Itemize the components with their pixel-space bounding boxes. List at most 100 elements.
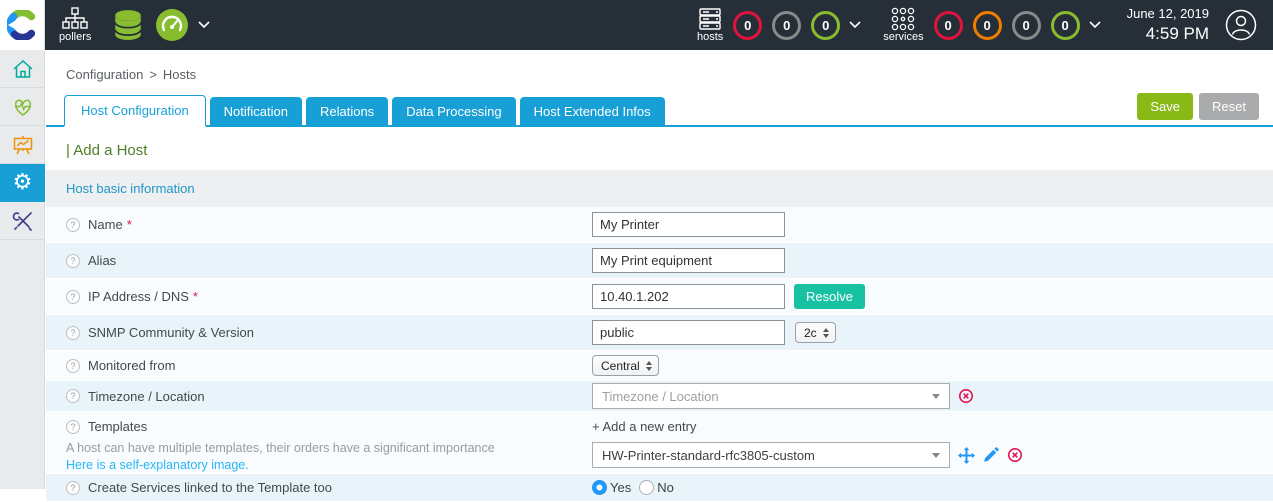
tab-relations[interactable]: Relations xyxy=(305,97,389,125)
services-ok-counter[interactable]: 0 xyxy=(1050,10,1080,40)
page-title: | Add a Host xyxy=(66,142,148,159)
snmp-version-value: 2c xyxy=(804,325,817,340)
create-services-yes-label[interactable]: Yes xyxy=(610,480,631,495)
help-icon[interactable]: ? xyxy=(66,358,80,373)
services-chevron-down-icon[interactable] xyxy=(1089,21,1101,29)
heart-pulse-icon xyxy=(14,99,31,116)
reset-button[interactable]: Reset xyxy=(1199,93,1259,120)
gear-icon: ⚙ xyxy=(12,170,33,195)
time-text: 4:59 PM xyxy=(1145,23,1209,43)
tab-data-processing[interactable]: Data Processing xyxy=(392,97,516,125)
help-icon[interactable]: ? xyxy=(66,289,80,304)
monitored-from-select[interactable]: Central xyxy=(592,355,659,376)
services-unknown-counter[interactable]: 0 xyxy=(1011,10,1041,40)
user-avatar[interactable] xyxy=(1225,9,1257,41)
create-services-yes-radio[interactable] xyxy=(592,480,607,495)
create-services-no-label[interactable]: No xyxy=(657,480,674,495)
templates-label: Templates xyxy=(88,419,148,434)
pollers-group[interactable]: pollers xyxy=(59,7,210,43)
monitored-from-value: Central xyxy=(601,358,640,373)
form-row-create-services: ? Create Services linked to the Template… xyxy=(46,474,1273,502)
templates-note: A host can have multiple templates, thei… xyxy=(66,441,495,455)
dropdown-arrow-icon xyxy=(932,393,940,399)
clock: June 12, 2019 4:59 PM xyxy=(1127,6,1209,44)
select-spinner-icon xyxy=(645,360,652,371)
top-header-bar: pollers hosts 0 0 0 services 0 0 0 0 Jun… xyxy=(45,0,1273,50)
hosts-status-group[interactable]: hosts xyxy=(697,7,723,43)
sidebar-item-reporting[interactable] xyxy=(0,126,45,164)
save-button[interactable]: Save xyxy=(1137,93,1194,120)
form-row-ip-address: ? IP Address / DNS * Resolve xyxy=(46,279,1273,315)
form-row-name: ? Name * xyxy=(46,207,1273,243)
database-icon[interactable] xyxy=(111,8,145,42)
hosts-unreachable-counter[interactable]: 0 xyxy=(772,10,802,40)
services-critical-counter[interactable]: 0 xyxy=(933,10,963,40)
ip-address-input[interactable] xyxy=(592,284,785,309)
name-input[interactable] xyxy=(592,212,785,237)
create-services-label: Create Services linked to the Template t… xyxy=(88,480,333,495)
timezone-placeholder: Timezone / Location xyxy=(602,388,719,404)
form-actions: Save Reset xyxy=(1137,93,1259,125)
services-warning-counter[interactable]: 0 xyxy=(972,10,1002,40)
alias-input[interactable] xyxy=(592,248,785,273)
help-icon[interactable]: ? xyxy=(66,389,80,403)
form-row-snmp: ? SNMP Community & Version 2c xyxy=(46,315,1273,351)
user-icon xyxy=(1225,9,1257,41)
snmp-version-select[interactable]: 2c xyxy=(795,322,836,343)
sidebar-item-configuration[interactable]: ⚙ xyxy=(0,164,45,202)
snmp-label: SNMP Community & Version xyxy=(88,325,254,340)
timezone-select[interactable]: Timezone / Location xyxy=(592,383,950,409)
form-row-alias: ? Alias xyxy=(46,243,1273,279)
create-services-no-radio[interactable] xyxy=(639,480,655,495)
help-icon[interactable]: ? xyxy=(66,480,80,495)
pollers-chevron-down-icon[interactable] xyxy=(198,21,210,29)
sidebar-nav: ⚙ xyxy=(0,50,45,489)
main-content: Configuration > Hosts Host Configuration N… xyxy=(46,50,1273,502)
add-template-entry-link[interactable]: + Add a new entry xyxy=(592,419,1023,434)
dropdown-arrow-icon xyxy=(932,452,940,458)
breadcrumb-hosts[interactable]: Hosts xyxy=(163,67,196,82)
monitored-from-label: Monitored from xyxy=(88,358,176,373)
name-label: Name xyxy=(88,217,123,232)
templates-help-link[interactable]: Here is a self-explanatory image. xyxy=(66,458,592,472)
template-move-icon[interactable] xyxy=(958,446,975,464)
sidebar-item-administration[interactable] xyxy=(0,202,45,240)
tab-notification[interactable]: Notification xyxy=(209,97,302,125)
tools-icon xyxy=(12,211,32,231)
help-icon[interactable]: ? xyxy=(66,325,80,340)
template-select[interactable]: HW-Printer-standard-rfc3805-custom xyxy=(592,442,950,468)
hosts-down-counter[interactable]: 0 xyxy=(733,10,763,40)
resolve-button[interactable]: Resolve xyxy=(794,284,865,309)
gauge-icon[interactable] xyxy=(155,8,189,42)
sidebar-item-monitoring[interactable] xyxy=(0,88,45,126)
snmp-community-input[interactable] xyxy=(592,320,785,345)
hosts-chevron-down-icon[interactable] xyxy=(849,21,861,29)
services-label: services xyxy=(883,31,924,43)
template-delete-icon[interactable] xyxy=(1007,447,1023,463)
tab-bar: Host Configuration Notification Relation… xyxy=(46,93,1273,127)
tab-host-extended-infos[interactable]: Host Extended Infos xyxy=(519,97,665,125)
breadcrumb: Configuration > Hosts xyxy=(46,50,1273,82)
home-icon xyxy=(13,59,32,78)
tab-host-configuration[interactable]: Host Configuration xyxy=(64,95,206,127)
help-icon[interactable]: ? xyxy=(66,419,80,434)
pollers-label: pollers xyxy=(59,31,92,43)
help-icon[interactable]: ? xyxy=(66,217,80,232)
form-row-timezone: ? Timezone / Location Timezone / Locatio… xyxy=(46,381,1273,412)
breadcrumb-separator: > xyxy=(149,67,157,82)
hosts-icon xyxy=(699,8,721,30)
chart-board-icon xyxy=(13,135,32,154)
hosts-up-counter[interactable]: 0 xyxy=(811,10,841,40)
section-host-basic-information[interactable]: Host basic information xyxy=(46,170,1273,207)
services-icon xyxy=(892,7,915,31)
help-icon[interactable]: ? xyxy=(66,253,80,268)
timezone-label: Timezone / Location xyxy=(88,388,205,404)
ip-address-label: IP Address / DNS xyxy=(88,289,189,304)
centreon-c-icon xyxy=(7,10,36,40)
centreon-logo[interactable] xyxy=(0,0,45,50)
template-edit-icon[interactable] xyxy=(983,447,999,463)
services-status-group[interactable]: services xyxy=(883,7,924,43)
breadcrumb-configuration[interactable]: Configuration xyxy=(66,67,143,82)
timezone-clear-icon[interactable] xyxy=(958,388,974,404)
sidebar-item-home[interactable] xyxy=(0,50,45,88)
